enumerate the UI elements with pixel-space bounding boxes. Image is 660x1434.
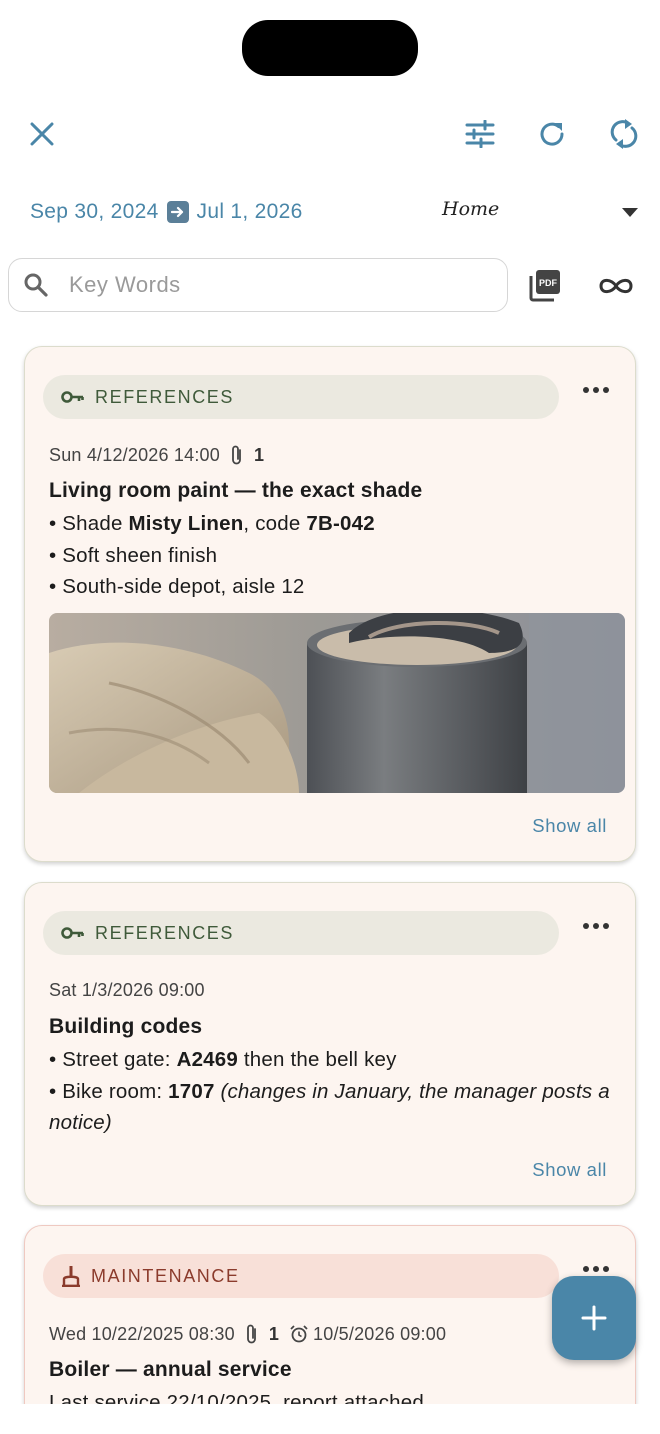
- note-card[interactable]: REFERENCES Sun 4/12/2026 14:00 1 Living …: [24, 346, 636, 862]
- reminder-time: 10/5/2026 09:00: [313, 1323, 447, 1344]
- note-meta: Sun 4/12/2026 14:00 1: [49, 444, 264, 466]
- close-icon: [30, 122, 54, 146]
- plus-icon: [581, 1305, 607, 1331]
- category-chip[interactable]: REFERENCES: [43, 911, 559, 955]
- filters-button[interactable]: [460, 114, 500, 154]
- note-title: Boiler — annual service: [49, 1358, 292, 1381]
- note-title: Living room paint — the exact shade: [49, 479, 423, 502]
- note-body: • Shade Misty Linen, code 7B-042 • Soft …: [49, 512, 375, 598]
- more-options-icon[interactable]: [583, 387, 609, 393]
- note-card[interactable]: REFERENCES Sat 1/3/2026 09:00 Building c…: [24, 882, 636, 1206]
- search-input[interactable]: Key Words: [8, 258, 508, 312]
- category-chip[interactable]: REFERENCES: [43, 375, 559, 419]
- more-options-icon[interactable]: [583, 923, 609, 929]
- date-from[interactable]: Sep 30, 2024: [30, 200, 159, 224]
- category-chip[interactable]: MAINTENANCE: [43, 1254, 559, 1298]
- more-options-icon[interactable]: [583, 1266, 609, 1272]
- search-icon: [24, 273, 48, 297]
- add-note-button[interactable]: [552, 1276, 636, 1360]
- refresh-icon: [540, 122, 564, 146]
- show-all-link[interactable]: Show all: [532, 815, 607, 837]
- infinite-scroll-toggle[interactable]: [594, 266, 638, 306]
- key-icon: [61, 391, 84, 403]
- note-title: Building codes: [49, 1015, 203, 1038]
- key-icon: [61, 927, 84, 939]
- pdf-icon: PDF: [529, 270, 560, 302]
- bottom-safe-area: [0, 1404, 660, 1434]
- tune-icon: [465, 120, 495, 148]
- export-pdf-button[interactable]: PDF: [524, 264, 566, 306]
- plunger-icon: [62, 1266, 80, 1287]
- category-select-value: Home: [442, 198, 500, 220]
- refresh-button[interactable]: [532, 114, 572, 154]
- note-card[interactable]: MAINTENANCE Wed 10/22/2025 08:30 1 10/5/…: [24, 1225, 636, 1434]
- arrow-right-icon: [166, 201, 189, 223]
- show-all-link[interactable]: Show all: [532, 1159, 607, 1181]
- note-timestamp: Sun 4/12/2026 14:00: [49, 444, 220, 465]
- attachment-count: 1: [268, 1323, 280, 1344]
- infinity-icon: [599, 278, 633, 294]
- category-label: REFERENCES: [95, 386, 235, 407]
- attachment-count: 1: [253, 444, 265, 465]
- camera-notch: [242, 20, 418, 76]
- close-button[interactable]: [24, 116, 60, 152]
- note-meta: Sat 1/3/2026 09:00: [49, 980, 205, 1001]
- note-photo[interactable]: [49, 613, 625, 793]
- date-range[interactable]: Sep 30, 2024 Jul 1, 2026: [30, 200, 303, 224]
- paperclip-icon: [246, 1324, 256, 1344]
- note-body: • Street gate: A2469 then the bell key •…: [49, 1048, 610, 1134]
- svg-text:PDF: PDF: [539, 278, 558, 288]
- category-label: REFERENCES: [95, 922, 235, 943]
- category-label: MAINTENANCE: [91, 1265, 240, 1286]
- category-select[interactable]: Home: [440, 198, 640, 228]
- note-timestamp: Sat 1/3/2026 09:00: [49, 980, 205, 1000]
- date-to[interactable]: Jul 1, 2026: [197, 200, 303, 224]
- sync-button[interactable]: [604, 114, 644, 154]
- paperclip-icon: [232, 445, 241, 465]
- note-timestamp: Wed 10/22/2025 08:30: [49, 1323, 235, 1344]
- chevron-down-icon: [622, 208, 638, 217]
- note-meta: Wed 10/22/2025 08:30 1 10/5/2026 09:00: [49, 1323, 446, 1345]
- alarm-icon: [290, 1325, 308, 1343]
- search-placeholder: Key Words: [69, 272, 181, 297]
- sync-icon: [610, 119, 638, 149]
